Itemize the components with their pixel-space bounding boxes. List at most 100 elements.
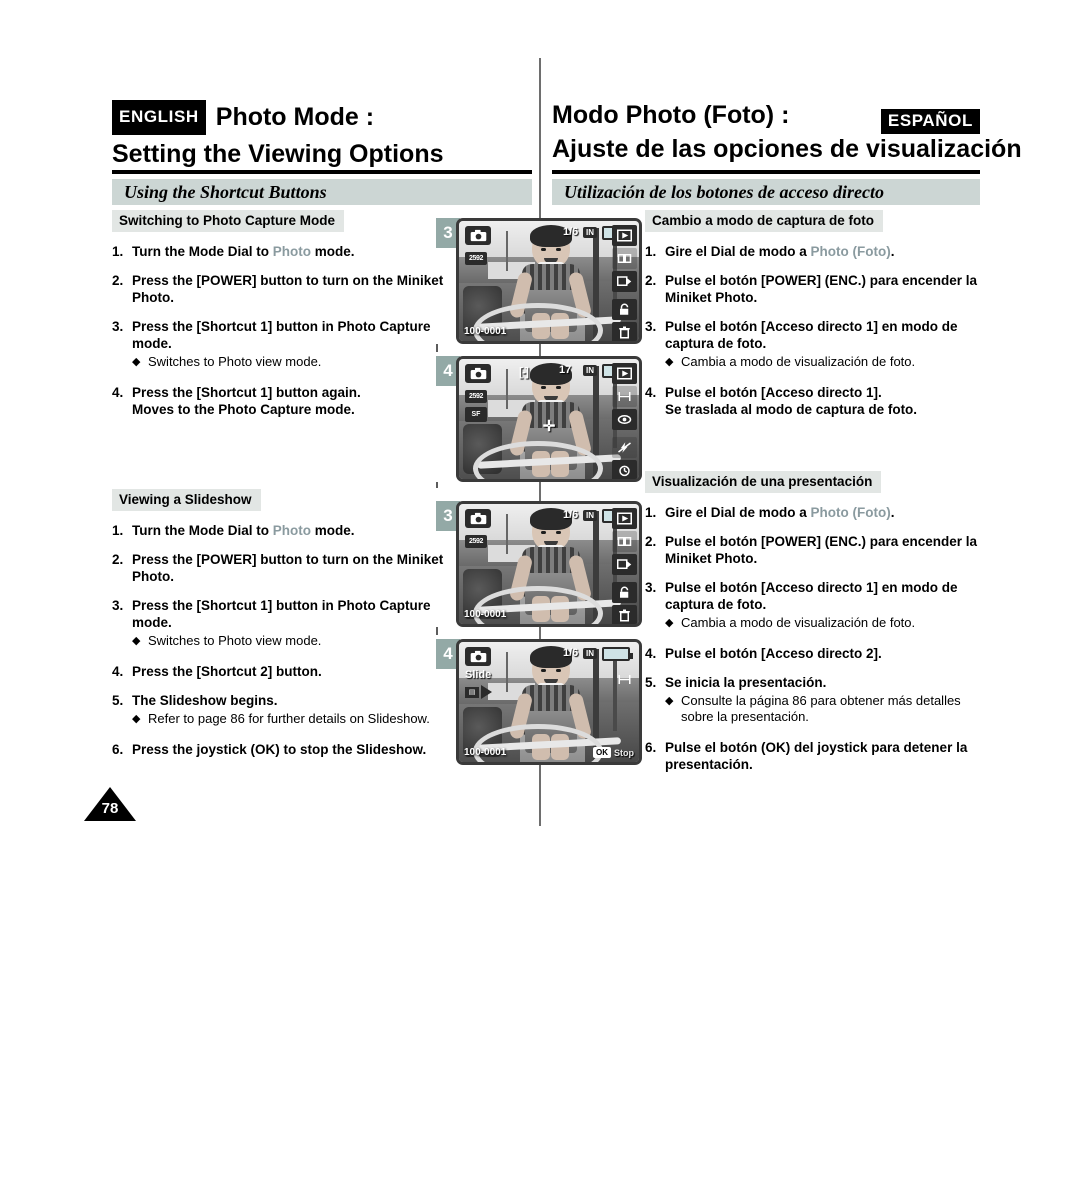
flash-off-icon[interactable] [612,437,637,458]
step-bullet: ◆ Consulte la página 86 para obtener más… [665,693,985,725]
step-text-line2: Se traslada al modo de captura de foto. [665,402,918,417]
accent-term: Photo (Foto) [810,244,891,259]
step-number: 2. [645,534,657,549]
step-number: 3. [112,598,124,613]
on-screen-display: 2592 1/6 IN 100-0001 [459,504,639,624]
frame-counter: 1/6 [563,647,579,659]
step-text: Press the [Shortcut 2] button. [132,664,322,679]
step-text: Turn the Mode Dial to Photo mode. [132,522,460,539]
slideshow-label: Slide [465,669,492,681]
step-number: 3. [112,319,124,334]
trash-icon[interactable] [612,322,637,341]
step-number: 5. [112,693,124,708]
step-item: 1. Gire el Dial de modo a Photo (Foto). [645,243,985,260]
bullet-text: Switches to Photo view mode. [148,354,322,369]
memory-indicator: IN [583,510,597,521]
subheading-cambio-modo-captura: Cambio a modo de captura de foto [645,210,884,232]
step-text: Press the [Shortcut 1] button in Photo C… [132,598,431,630]
shortcut-icon-rail [609,221,639,341]
macro-icon[interactable] [612,669,637,690]
page-header: ENGLISH Photo Mode : Setting the Viewing … [0,100,1080,172]
camera-icon [465,226,491,245]
file-name-label: 100-0001 [464,326,507,337]
step-number: 3. [645,319,657,334]
step-text: Press the [POWER] button to turn on the … [132,273,444,305]
step-item: 2. Press the [POWER] button to turn on t… [112,272,460,306]
slideshow-icon[interactable] [612,554,637,575]
play-icon[interactable] [612,508,637,529]
step-bullet: ◆ Switches to Photo view mode. [132,633,460,649]
step-text: Pulse el botón [Acceso directo 2]. [665,646,882,661]
play-icon[interactable] [612,225,637,246]
step-number: 2. [112,552,124,567]
frame-counter: 1/6 [563,509,579,521]
step-text-line2: Moves to the Photo Capture mode. [132,402,355,417]
diamond-bullet-icon: ◆ [665,617,674,629]
step-number: 1. [645,244,657,259]
file-name-label: 100-0001 [464,747,507,758]
step-number: 4. [112,664,124,679]
subheading-switching-photo-capture: Switching to Photo Capture Mode [112,210,344,232]
focus-bracket-icon: [-] [519,365,529,379]
camera-lcd-screen: 2592 1/6 IN 100-0001 [456,218,642,344]
multi-view-grid-icon[interactable] [612,248,637,269]
step-text: Pulse el botón (OK) del joystick para de… [665,740,968,772]
page-number-text: 78 [101,800,119,817]
on-screen-display: Slide ▤ 1/6 IN 100-0001 OK Stop [459,642,639,762]
bullet-text: Cambia a modo de visualización de foto. [681,354,916,369]
macro-icon[interactable] [612,386,637,407]
diamond-bullet-icon: ◆ [665,356,674,368]
red-eye-icon[interactable] [612,409,637,430]
quality-icon: SF [465,407,487,422]
section-band-english: Using the Shortcut Buttons [112,179,532,205]
bullet-text: Switches to Photo view mode. [148,633,322,648]
step-text: Press the joystick (OK) to stop the Slid… [132,742,427,757]
step-bullet: ◆ Switches to Photo view mode. [132,354,460,370]
unlock-icon[interactable] [612,582,637,603]
unlock-icon[interactable] [612,299,637,320]
camera-icon [465,647,491,666]
step-text-post: mode. [311,244,355,259]
step-item-continuation: Moves to the Photo Capture mode. [112,401,460,418]
on-screen-display: 2592 SF [-] 17 IN ✛ [459,359,639,479]
diamond-bullet-icon: ◆ [132,356,141,368]
step-item: 1. Turn the Mode Dial to Photo mode. [112,243,460,260]
step-text-post: . [890,505,895,520]
language-tag-spanish: ESPAÑOL [880,109,980,134]
step-text: Pulse el botón [POWER] (ENC.) para encen… [665,534,978,566]
bullet-text: Cambia a modo de visualización de foto. [681,615,916,630]
trash-icon[interactable] [612,605,637,624]
step-item: 6. Pulse el botón (OK) del joystick para… [645,739,985,773]
step-item: 3. Pulse el botón [Acceso directo 1] en … [645,579,985,613]
step-number: 4. [645,646,657,661]
step-number-spacer [645,401,665,418]
frame-counter: 1/6 [563,226,579,238]
step-item: 4. Press the [Shortcut 1] button again. [112,384,460,401]
step-item: 2. Pulse el botón [POWER] (ENC.) para en… [645,533,985,567]
page-title-english: Photo Mode : [215,103,375,131]
step-text: Pulse el botón [POWER] (ENC.) para encen… [665,273,978,305]
step-number: 6. [645,740,657,755]
play-icon[interactable] [612,363,637,384]
center-focus-icon: ✛ [542,418,556,436]
self-timer-icon[interactable] [612,460,637,479]
step-item: 3. Press the [Shortcut 1] button in Phot… [112,318,460,352]
step-text: Pulse el botón [Acceso directo 1]. [665,385,882,400]
memory-indicator: IN [583,648,597,659]
shortcut-icon-rail [609,504,639,624]
figure-connector [436,482,438,488]
step-text: Se inicia la presentación. [665,675,827,690]
step-text-post: . [890,244,895,259]
slideshow-icon[interactable] [612,271,637,292]
page-subtitle-english: Setting the Viewing Options [112,140,444,168]
step-text: Pulse el botón [Acceso directo 1] en mod… [665,319,958,351]
subheading-viewing-slideshow: Viewing a Slideshow [112,489,261,511]
multi-view-grid-icon[interactable] [612,531,637,552]
header-spanish: ESPAÑOL Modo Photo (Foto) : Ajuste de la… [552,100,1022,165]
header-rule-left [112,170,532,174]
step-item: 1. Turn the Mode Dial to Photo mode. [112,522,460,539]
step-number: 3. [645,580,657,595]
step-item: 6. Press the joystick (OK) to stop the S… [112,741,460,758]
resolution-icon: 2592 [465,252,487,265]
step-bullet: ◆ Refer to page 86 for further details o… [132,711,460,727]
